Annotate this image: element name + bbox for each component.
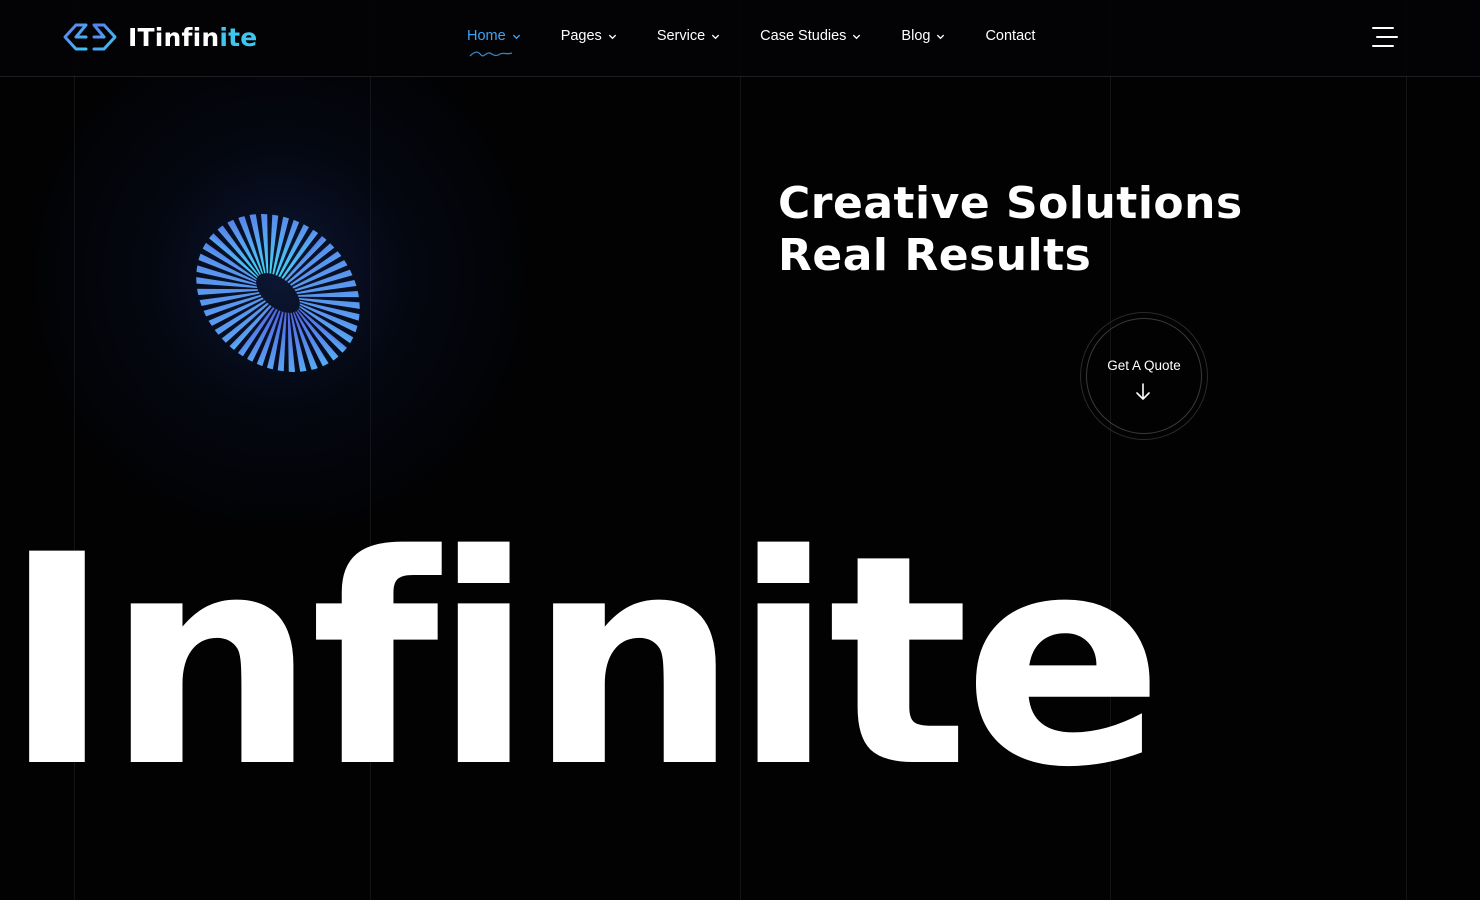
logo-text-accent: ite: [219, 22, 258, 52]
grid-line: [1406, 0, 1407, 900]
site-header: ITinfinite Home Pages Service Case Studi…: [0, 0, 1480, 77]
hamburger-icon-line: [1372, 27, 1394, 29]
chevron-down-icon: [608, 34, 616, 39]
nav-item-case-studies[interactable]: Case Studies: [760, 28, 861, 44]
logo[interactable]: ITinfinite: [62, 22, 257, 52]
chevron-down-icon: [512, 34, 520, 39]
nav-item-label: Service: [656, 28, 706, 44]
hero-headline: Creative Solutions Real Results: [778, 178, 1243, 282]
nav-item-label: Case Studies: [760, 28, 847, 44]
quote-button-label: Get A Quote: [1107, 358, 1181, 373]
hamburger-icon-line: [1372, 45, 1394, 47]
headline-line-1: Creative Solutions: [778, 178, 1243, 229]
hamburger-menu-button[interactable]: [1368, 24, 1402, 52]
nav-item-label: Contact: [985, 28, 1036, 44]
nav-item-label: Pages: [560, 28, 602, 44]
nav-item-service[interactable]: Service: [657, 28, 720, 44]
page: ITinfinite Home Pages Service Case Studi…: [0, 0, 1480, 900]
nav-item-blog[interactable]: Blog: [901, 28, 945, 44]
logo-icon: [63, 23, 117, 51]
quote-button-inner-ring: [1086, 318, 1202, 434]
logo-text-prefix: ITinfin: [128, 22, 220, 52]
hero-big-word: Infinite: [2, 494, 1164, 831]
active-underline-squiggle: [469, 51, 513, 57]
headline-line-2: Real Results: [778, 230, 1092, 281]
chevron-down-icon: [937, 34, 945, 39]
main-nav: Home Pages Service Case Studies Blog Con…: [467, 28, 1075, 57]
nav-item-contact[interactable]: Contact: [985, 28, 1035, 44]
nav-item-label: Home: [467, 28, 506, 44]
nav-item-pages[interactable]: Pages: [561, 28, 617, 44]
chevron-down-icon: [853, 34, 861, 39]
logo-text: ITinfinite: [128, 23, 257, 52]
chevron-down-icon: [712, 34, 720, 39]
nav-item-label: Blog: [901, 28, 931, 44]
arrow-down-icon: [1136, 383, 1150, 400]
nav-item-home[interactable]: Home: [467, 28, 521, 57]
torus-graphic: [190, 205, 370, 385]
hamburger-icon-line: [1376, 36, 1398, 38]
get-a-quote-button[interactable]: Get A Quote: [1080, 312, 1208, 440]
